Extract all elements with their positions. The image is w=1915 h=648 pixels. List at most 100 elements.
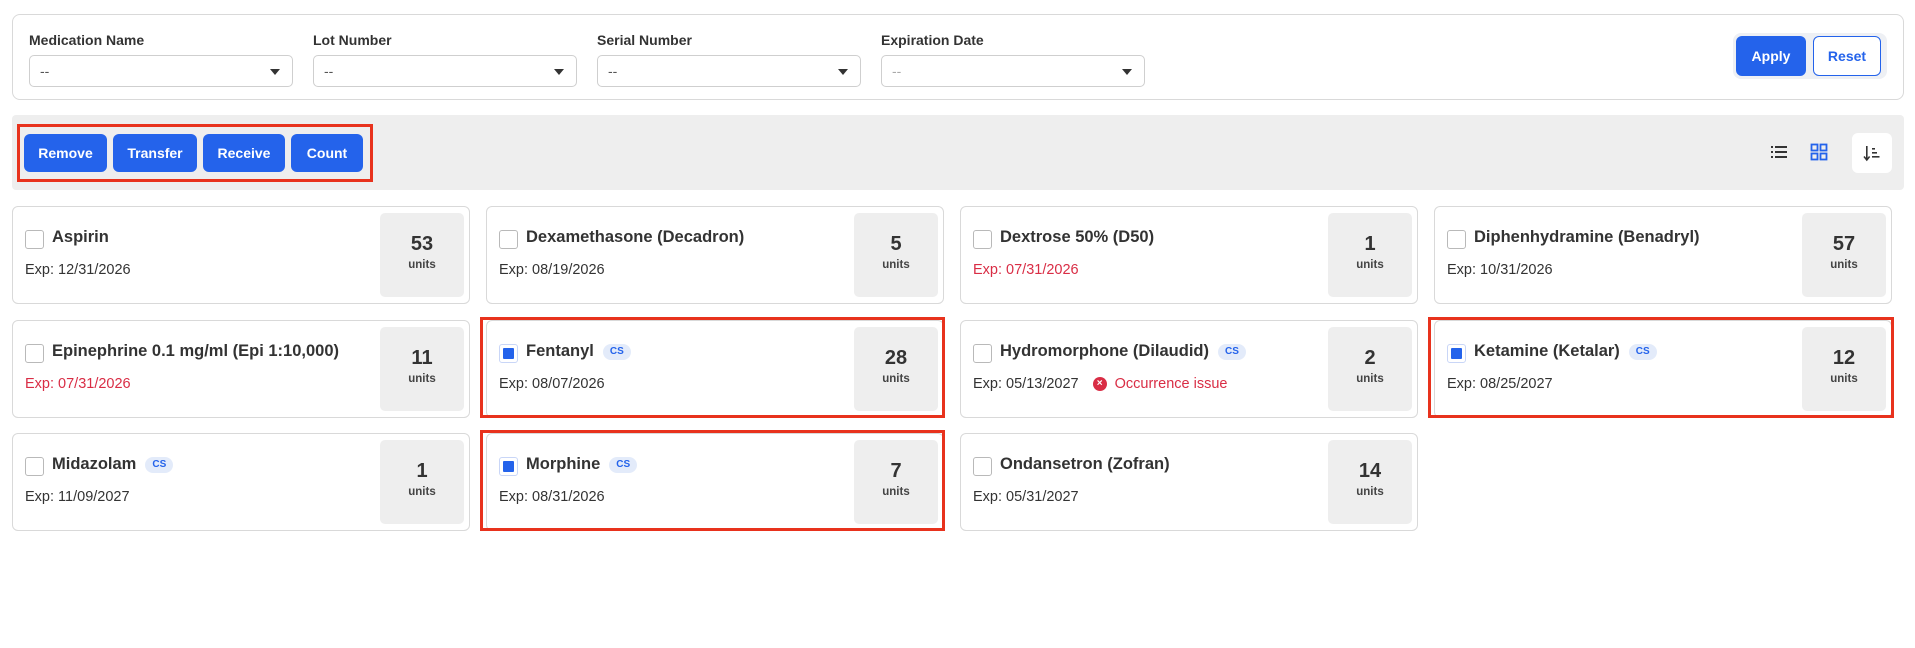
medication-title: Ondansetron (Zofran) xyxy=(1000,455,1170,474)
medication-card[interactable]: Midazolam CS Exp: 11/09/2027 1 units xyxy=(12,433,470,531)
expiration-date-select[interactable]: -- xyxy=(881,55,1145,87)
medication-card[interactable]: Hydromorphone (Dilaudid) CS Exp: 05/13/202… xyxy=(960,320,1418,418)
medication-name: Ondansetron (Zofran) xyxy=(1000,455,1170,473)
medication-name: Morphine xyxy=(526,455,601,473)
filter-label: Serial Number xyxy=(597,32,692,48)
medication-name: Epinephrine 0.1 mg/ml (Epi 1:10,000) xyxy=(52,342,340,360)
select-checkbox[interactable] xyxy=(1447,344,1466,363)
issue-label: Occurrence issue xyxy=(1114,376,1228,392)
filter-label: Expiration Date xyxy=(881,32,984,48)
quantity-unit: units xyxy=(1356,486,1384,498)
medication-title: Fentanyl CS xyxy=(526,342,631,361)
medication-name-select[interactable]: -- xyxy=(29,55,293,87)
select-checkbox[interactable] xyxy=(499,230,518,249)
controlled-substance-badge: CS xyxy=(1628,343,1657,360)
filter-label: Lot Number xyxy=(313,32,392,48)
quantity-box: 7 units xyxy=(854,440,938,524)
medication-card[interactable]: Aspirin Exp: 12/31/2026 53 units xyxy=(12,206,470,304)
sort-button[interactable] xyxy=(1852,133,1892,173)
medication-name: Dextrose 50% (D50) xyxy=(1000,228,1155,246)
expiration-row: Exp: 07/31/2026 xyxy=(25,376,131,392)
remove-button[interactable]: Remove xyxy=(24,134,107,172)
medication-title: Morphine CS xyxy=(526,455,638,474)
sort-icon xyxy=(1863,146,1880,162)
quantity-unit: units xyxy=(1830,373,1858,385)
apply-reset-group: Apply Reset xyxy=(1733,33,1887,79)
select-checkbox[interactable] xyxy=(499,457,518,476)
select-checkbox[interactable] xyxy=(1447,230,1466,249)
quantity-unit: units xyxy=(408,259,436,271)
controlled-substance-badge: CS xyxy=(1218,343,1246,360)
expiration-row: Exp: 11/09/2027 xyxy=(25,489,130,505)
serial-number-select[interactable]: -- xyxy=(597,55,861,87)
quantity-value: 53 xyxy=(410,233,434,255)
select-checkbox[interactable] xyxy=(973,457,992,476)
medication-card[interactable]: Dexamethasone (Decadron) Exp: 08/19/2026 5… xyxy=(486,206,944,304)
receive-button[interactable]: Receive xyxy=(203,134,285,172)
quantity-box: 2 units xyxy=(1328,327,1412,411)
quantity-value: 2 xyxy=(1364,347,1376,369)
select-checkbox[interactable] xyxy=(973,230,992,249)
medication-title: Diphenhydramine (Benadryl) xyxy=(1474,228,1700,247)
quantity-value: 5 xyxy=(890,233,902,255)
reset-button[interactable]: Reset xyxy=(1813,36,1881,76)
action-buttons-highlight: Remove Transfer Receive Count xyxy=(17,124,373,182)
grid-view-icon[interactable] xyxy=(1810,143,1828,161)
medication-card[interactable]: Ondansetron (Zofran) Exp: 05/31/2027 14 uni… xyxy=(960,433,1418,531)
quantity-box: 11 units xyxy=(380,327,464,411)
medication-card[interactable]: Dextrose 50% (D50) Exp: 07/31/2026 1 units xyxy=(960,206,1418,304)
filter-panel: Medication Name -- Lot Number -- Serial … xyxy=(12,14,1904,100)
select-value: -- xyxy=(608,63,618,79)
expiration-date: Exp: 08/19/2026 xyxy=(499,262,605,278)
medication-card[interactable]: Morphine CS Exp: 08/31/2026 7 units xyxy=(486,433,944,531)
caret-down-icon xyxy=(1122,69,1132,75)
quantity-box: 57 units xyxy=(1802,213,1886,297)
medication-card[interactable]: Ketamine (Ketalar) CS Exp: 08/25/2027 12 uni… xyxy=(1434,320,1892,418)
transfer-button[interactable]: Transfer xyxy=(113,134,197,172)
medication-title: Midazolam CS xyxy=(52,455,174,474)
medication-card[interactable]: Diphenhydramine (Benadryl) Exp: 10/31/202… xyxy=(1434,206,1892,304)
count-button[interactable]: Count xyxy=(291,134,363,172)
expiration-date: Exp: 07/31/2026 xyxy=(25,376,131,392)
quantity-value: 1 xyxy=(1364,233,1376,255)
medication-card[interactable]: Epinephrine 0.1 mg/ml (Epi 1:10,000) Exp:… xyxy=(12,320,470,418)
medication-card[interactable]: Fentanyl CS Exp: 08/07/2026 28 units xyxy=(486,320,944,418)
controlled-substance-badge: CS xyxy=(602,343,631,360)
select-checkbox[interactable] xyxy=(973,344,992,363)
medication-name: Ketamine (Ketalar) xyxy=(1474,342,1620,360)
expiration-row: Exp: 10/31/2026 xyxy=(1447,262,1553,278)
quantity-box: 12 units xyxy=(1802,327,1886,411)
select-checkbox[interactable] xyxy=(25,230,44,249)
expiration-row: Exp: 08/25/2027 xyxy=(1447,376,1553,392)
quantity-unit: units xyxy=(408,486,436,498)
medication-name-filter: Medication Name -- xyxy=(29,31,293,87)
expiration-row: Exp: 05/31/2027 xyxy=(973,489,1079,505)
medication-title: Epinephrine 0.1 mg/ml (Epi 1:10,000) xyxy=(52,342,339,361)
quantity-box: 14 units xyxy=(1328,440,1412,524)
expiration-row: Exp: 05/13/2027 × Occurrence issue xyxy=(973,376,1227,392)
apply-button[interactable]: Apply xyxy=(1736,36,1806,76)
list-view-icon[interactable] xyxy=(1770,143,1788,161)
expiration-row: Exp: 07/31/2026 xyxy=(973,262,1079,278)
caret-down-icon xyxy=(270,69,280,75)
medication-title: Hydromorphone (Dilaudid) CS xyxy=(1000,342,1246,361)
select-checkbox[interactable] xyxy=(25,344,44,363)
lot-number-select[interactable]: -- xyxy=(313,55,577,87)
serial-number-filter: Serial Number -- xyxy=(597,31,861,87)
quantity-value: 1 xyxy=(416,460,428,482)
quantity-box: 53 units xyxy=(380,213,464,297)
select-checkbox[interactable] xyxy=(25,457,44,476)
medication-title: Dexamethasone (Decadron) xyxy=(526,228,744,247)
occurrence-issue[interactable]: × Occurrence issue xyxy=(1092,376,1228,392)
expiration-date: Exp: 11/09/2027 xyxy=(25,489,130,505)
expiration-date: Exp: 10/31/2026 xyxy=(1447,262,1553,278)
expiration-row: Exp: 08/07/2026 xyxy=(499,376,605,392)
medication-name: Hydromorphone (Dilaudid) xyxy=(1000,342,1209,360)
quantity-box: 5 units xyxy=(854,213,938,297)
quantity-value: 12 xyxy=(1832,347,1856,369)
select-checkbox[interactable] xyxy=(499,344,518,363)
quantity-unit: units xyxy=(1830,259,1858,271)
error-circle-icon: × xyxy=(1092,377,1107,391)
medication-name: Midazolam xyxy=(52,455,137,473)
select-value: -- xyxy=(324,63,334,79)
